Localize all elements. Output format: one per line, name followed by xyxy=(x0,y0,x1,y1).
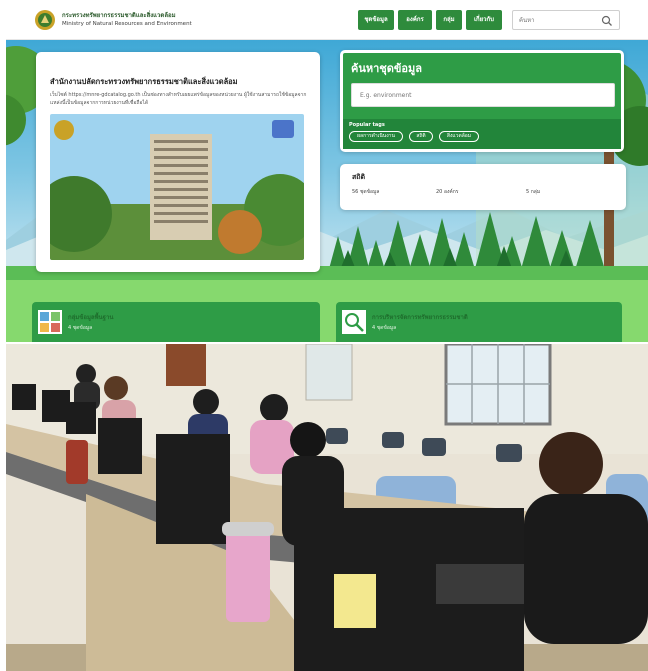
training-room-photo xyxy=(6,344,648,671)
seal-icon xyxy=(54,120,74,140)
ministry-building-photo xyxy=(50,114,304,260)
dataset-search-box[interactable] xyxy=(351,83,615,107)
site-name-english: Ministry of Natural Resources and Enviro… xyxy=(62,21,192,27)
sticky-note xyxy=(334,574,376,628)
ministry-logo-icon[interactable] xyxy=(34,9,56,31)
pink-tumbler xyxy=(226,526,270,622)
resource-management-icon xyxy=(342,310,366,334)
basic-data-icon xyxy=(38,310,62,334)
stat-groups[interactable]: 5 กลุ่ม xyxy=(526,188,540,196)
org-name: การบริหารจัดการทรัพยากรธรรมชาติ xyxy=(372,314,468,321)
dataset-search-card: ค้นหาชุดข้อมูล Popular tags ผลการดำเนินง… xyxy=(340,50,624,152)
nav-search[interactable] xyxy=(512,10,620,30)
wooden-door xyxy=(166,344,206,386)
info-card-description: เว็บไซต์ https://mnre-gdcatalog.go.th เป… xyxy=(50,92,307,106)
ministry-info-card: สำนักงานปลัดกระทรวงทรัพยากรธรรมชาติและสิ… xyxy=(36,52,320,272)
info-card-title: สำนักงานปลัดกระทรวงทรัพยากรธรรมชาติและสิ… xyxy=(50,77,238,86)
org-count: 4 ชุดข้อมูล xyxy=(372,325,397,331)
stat-datasets[interactable]: 56 ชุดข้อมูล xyxy=(352,188,379,196)
tag-performance[interactable]: ผลการดำเนินงาน xyxy=(349,131,403,142)
site-name-thai: กระทรวงทรัพยากรธรรมชาติและสิ่งแวดล้อม xyxy=(62,12,176,19)
popular-tags-bar: Popular tags ผลการดำเนินงาน สถิติ สิ่งแว… xyxy=(343,119,621,149)
nav-search-input[interactable] xyxy=(519,14,599,27)
org-card-resource-management[interactable]: การบริหารจัดการทรัพยากรธรรมชาติ 4 ชุดข้อ… xyxy=(336,302,622,342)
stat-organizations[interactable]: 20 องค์กร xyxy=(436,188,458,196)
nav-groups-button[interactable]: กลุ่ม xyxy=(436,10,462,30)
organizations-band: กลุ่มข้อมูลพื้นฐาน 4 ชุดข้อมูล การบริหาร… xyxy=(6,280,648,342)
search-card-title: ค้นหาชุดข้อมูล xyxy=(351,62,423,75)
monitor-front-left xyxy=(156,434,230,544)
dataset-search-input[interactable] xyxy=(360,89,600,102)
nav-about-button[interactable]: เกี่ยวกับ xyxy=(466,10,502,30)
org-card-basic-data[interactable]: กลุ่มข้อมูลพื้นฐาน 4 ชุดข้อมูล xyxy=(32,302,320,342)
org-name: กลุ่มข้อมูลพื้นฐาน xyxy=(68,314,114,321)
top-navbar: กระทรวงทรัพยากรธรรมชาติและสิ่งแวดล้อม Mi… xyxy=(6,0,648,40)
website-screenshot: กระทรวงทรัพยากรธรรมชาติและสิ่งแวดล้อม Mi… xyxy=(6,0,648,342)
data-badge-icon xyxy=(272,120,294,138)
org-count: 4 ชุดข้อมูล xyxy=(68,325,93,331)
popular-tags-label: Popular tags xyxy=(349,122,385,128)
tag-statistics[interactable]: สถิติ xyxy=(409,131,433,142)
statistics-heading: สถิติ xyxy=(352,173,366,181)
tag-environment[interactable]: สิ่งแวดล้อม xyxy=(439,131,479,142)
statistics-card: สถิติ 56 ชุดข้อมูล 20 องค์กร 5 กลุ่ม xyxy=(340,164,626,210)
site-name: กระทรวงทรัพยากรธรรมชาติและสิ่งแวดล้อม Mi… xyxy=(62,11,192,29)
nav-datasets-button[interactable]: ชุดข้อมูล xyxy=(358,10,394,30)
magnifier-icon[interactable] xyxy=(601,15,613,27)
nav-organizations-button[interactable]: องค์กร xyxy=(398,10,432,30)
